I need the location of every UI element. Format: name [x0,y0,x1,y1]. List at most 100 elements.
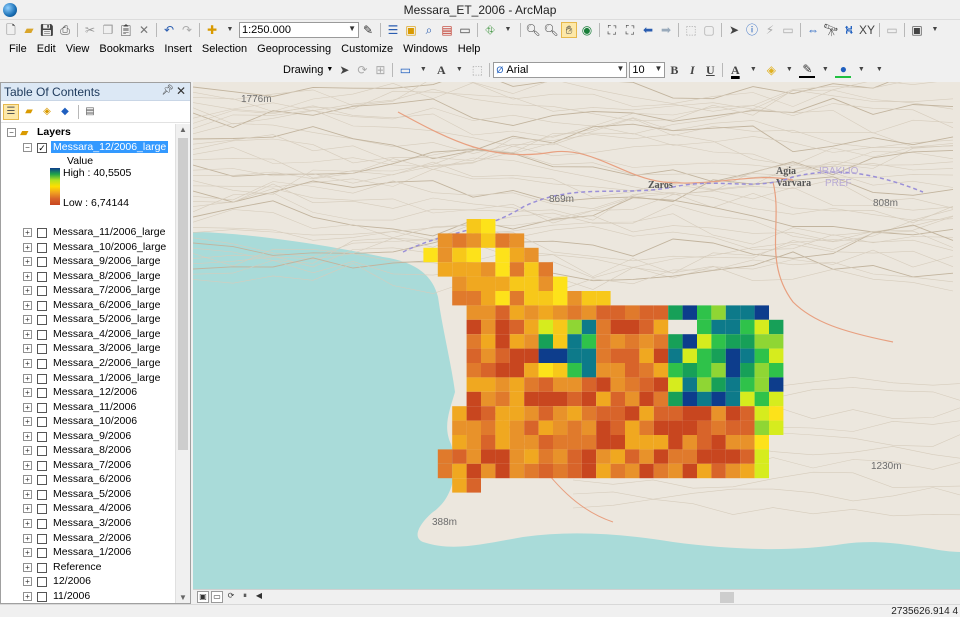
zoom-to-selected-icon[interactable]: ⊞ [372,62,388,78]
expand-icon[interactable]: + [23,489,32,499]
expand-icon[interactable]: + [23,315,32,325]
layer-item[interactable]: + Messara_4/2006_large [1,328,171,342]
list-by-selection-icon[interactable]: ◆ [57,104,73,120]
scroll-down-icon[interactable]: ▼ [179,593,187,602]
refresh-icon[interactable]: ⟳ [225,591,237,603]
cut-icon[interactable]: ✂ [82,22,98,38]
visibility-checkbox[interactable] [37,402,47,413]
expand-icon[interactable]: + [23,228,32,237]
visibility-checkbox[interactable] [37,242,47,253]
measure-icon[interactable]: ⇔ [805,22,821,38]
layer-item[interactable]: + Messara_1/2006 [1,546,171,560]
catalog-icon[interactable]: ▣ [403,22,419,38]
expand-icon[interactable]: + [23,504,32,514]
zoom-out-icon[interactable]: 🔍︎ [543,22,559,38]
expand-icon[interactable]: + [23,402,32,412]
pan-hand-icon[interactable]: ✋︎ [561,22,577,38]
selected-layer-label[interactable]: Messara_12/2006_large [51,141,169,153]
line-color-icon[interactable]: ✎ [799,62,816,78]
visibility-checkbox[interactable] [37,271,47,282]
visibility-checkbox[interactable] [37,591,47,602]
layer-item[interactable]: + Messara_9/2006 [1,430,171,444]
collapse-icon[interactable]: − [7,128,16,137]
list-by-drawing-order-icon[interactable]: ☰ [3,103,19,120]
layer-item[interactable]: + Messara_12/2006 [1,386,171,400]
create-viewer-window-icon[interactable]: ▣ [909,22,925,38]
layer-item[interactable]: + Messara_5/2006 [1,488,171,502]
scroll-thumb[interactable] [178,138,188,450]
layer-item[interactable]: + Messara_3/2006_large [1,342,171,356]
menu-file[interactable]: File [4,40,32,59]
layer-item-selected[interactable]: − ✓ Messara_12/2006_large [1,141,171,155]
layer-item[interactable]: + Messara_8/2006 [1,444,171,458]
fill-color-icon[interactable]: ◈ [763,62,779,78]
list-by-source-icon[interactable]: ▰ [21,104,37,120]
layer-item[interactable]: + Messara_11/2006 [1,401,171,415]
pause-drawing-icon[interactable]: ⏸︎ [239,591,251,603]
fill-color-dropdown-icon[interactable]: ▼ [781,62,797,78]
close-icon[interactable]: ✕ [176,84,186,98]
expand-icon[interactable]: + [23,358,32,368]
layer-item[interactable]: + Messara_8/2006_large [1,270,171,284]
arctoolbox-icon[interactable]: ▤ [439,22,455,38]
marker-color-dropdown-icon[interactable]: ▼ [853,62,869,78]
layer-item[interactable]: + Messara_7/2006 [1,459,171,473]
visibility-checkbox[interactable] [37,519,47,529]
save-icon[interactable]: 💾︎ [39,22,55,38]
select-elements-arrow-icon[interactable]: ➤ [726,22,742,38]
line-color-dropdown-icon[interactable]: ▼ [817,62,833,78]
layers-root[interactable]: − ▰ Layers [1,126,171,140]
map-view[interactable]: 1776m Zaros 869m Agia Varvara IRAKLIO PR… [193,82,960,589]
expand-icon[interactable]: + [23,446,32,456]
horizontal-scroll-thumb[interactable] [720,592,734,603]
font-size-combo[interactable]: 10 ▼ [629,62,666,78]
map-canvas[interactable] [193,82,960,589]
visibility-checkbox[interactable] [37,562,47,573]
expand-icon[interactable]: + [23,300,32,310]
copy-icon[interactable]: ❐ [100,22,116,38]
menu-selection[interactable]: Selection [197,40,252,59]
map-scale-combo[interactable]: 1:250.000 ▼ [239,22,359,38]
layer-item[interactable]: + Messara_1/2006_large [1,372,171,386]
visibility-checkbox[interactable] [37,446,47,457]
visibility-checkbox[interactable] [37,344,47,355]
expand-icon[interactable]: + [23,257,32,267]
model-builder-dropdown-icon[interactable]: ▼ [500,22,516,38]
font-color-dropdown-icon[interactable]: ▼ [745,62,761,78]
layer-item[interactable]: + Messara_5/2006_large [1,313,171,327]
expand-icon[interactable]: + [23,533,32,543]
auto-hide-pin-icon[interactable]: 📌︎ [161,85,174,96]
rectangle-tool-icon[interactable]: ▭ [397,62,413,78]
back-extent-icon[interactable]: ⬅︎ [640,22,656,38]
underline-button[interactable]: U [702,62,718,78]
visibility-checkbox[interactable] [37,300,47,311]
layer-item[interactable]: + Messara_7/2006_large [1,284,171,298]
marker-color-icon[interactable]: ● [835,62,852,78]
editor-toolbar-icon[interactable]: ✎ [360,22,376,38]
drawing-menu-button[interactable]: Drawing ▼ [283,62,333,78]
search-window-icon[interactable]: ⌕ [421,22,437,38]
paste-icon[interactable]: 📋︎ [118,22,134,38]
expand-icon[interactable]: + [23,591,32,601]
visibility-checkbox[interactable] [37,315,47,326]
expand-icon[interactable]: + [23,417,32,427]
expand-icon[interactable]: + [23,388,32,398]
go-to-xy-icon[interactable]: XY [859,22,875,38]
print-icon[interactable]: ⎙ [57,22,73,38]
edit-vertices-icon[interactable]: ⬚ [469,62,485,78]
text-dropdown-icon[interactable]: ▼ [451,62,467,78]
forward-extent-icon[interactable]: ➡︎ [658,22,674,38]
scroll-up-icon[interactable]: ▲ [179,125,187,134]
layer-item[interactable]: +12/2006 [1,575,171,589]
layer-item[interactable]: +11/2006 [1,590,171,603]
bold-button[interactable]: B [666,62,682,78]
undo-icon[interactable]: ↶ [161,22,177,38]
expand-icon[interactable]: + [23,548,32,558]
python-window-icon[interactable]: ▭ [457,22,473,38]
select-elements-icon[interactable]: ➤ [336,62,352,78]
layer-item[interactable]: + Messara_2/2006 [1,532,171,546]
visibility-checkbox[interactable] [37,533,47,544]
menu-windows[interactable]: Windows [398,40,453,59]
find-binoculars-icon[interactable]: 🔭︎ [823,22,839,38]
toc-vertical-scrollbar[interactable]: ▲ ▼ [175,124,190,603]
